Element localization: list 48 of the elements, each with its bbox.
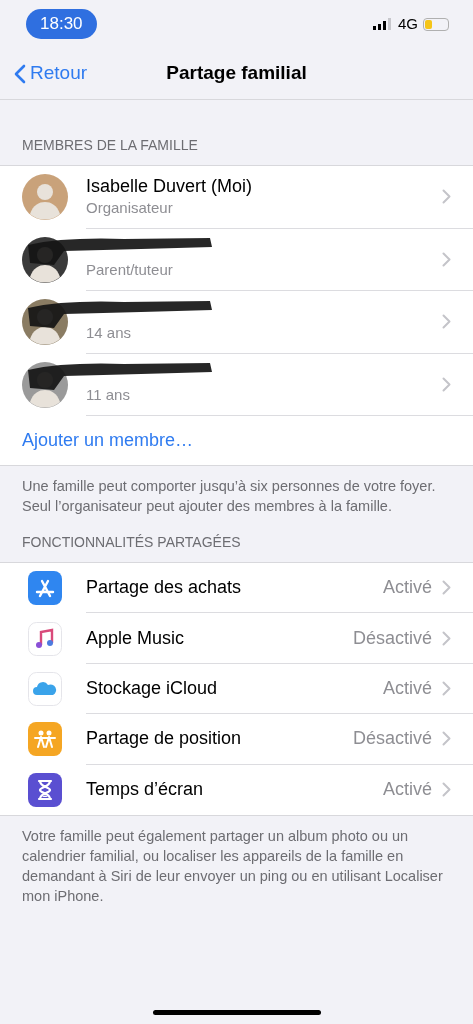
chevron-icon	[442, 314, 451, 330]
chevron-icon	[442, 580, 451, 596]
feature-row[interactable]: Stockage iCloud Activé	[0, 663, 473, 715]
feature-label: Stockage iCloud	[86, 676, 219, 700]
member-role: Parent/tuteur	[86, 260, 174, 280]
chevron-icon	[442, 731, 451, 747]
chevron-icon	[442, 680, 451, 696]
features-footer: Votre famille peut également partager un album photo ou un calendrier familial, ou localiser les appareils de la famille en demandant à Siri de leur envoyer un ping ou en utilisant Localiser mon iPhone.	[0, 815, 473, 906]
people-icon	[28, 722, 62, 757]
app-store-icon	[28, 571, 62, 606]
cloud-icon	[28, 671, 62, 706]
hourglass-icon	[28, 772, 62, 807]
page-title: Partage familial	[166, 61, 307, 86]
feature-row[interactable]: Temps d’écran Activé	[0, 764, 473, 815]
add-member-link[interactable]: Ajouter un membre…	[22, 427, 194, 454]
feature-status: Désactivé	[352, 727, 432, 751]
member-role: 11 ans	[86, 385, 131, 405]
members-footer: Une famille peut comporter jusqu’à six personnes de votre foyer. Seul l’organisateur peut ajouter des membres à la famille.	[0, 466, 473, 516]
chevron-icon	[442, 251, 451, 267]
feature-label: Partage des achats	[86, 576, 243, 600]
feature-label: Partage de position	[86, 727, 243, 751]
feature-status: Désactivé	[352, 626, 432, 650]
section-header: FONCTIONNALITÉS PARTAGÉES	[22, 533, 241, 552]
feature-status: Activé	[382, 576, 432, 600]
avatar-icon	[22, 174, 68, 221]
feature-row[interactable]: Partage des achats Activé	[0, 563, 473, 614]
chevron-icon	[442, 189, 451, 205]
section-header: MEMBRES DE LA FAMILLE	[22, 136, 198, 155]
feature-label: Temps d’écran	[86, 778, 205, 802]
member-role: 14 ans	[86, 322, 133, 343]
signal-icon	[373, 18, 393, 30]
status-time: 18:30	[26, 9, 97, 39]
network-label: 4G	[398, 13, 418, 34]
feature-row[interactable]: Partage de position Désactivé	[0, 714, 473, 765]
feature-status: Activé	[382, 778, 432, 802]
member-row[interactable]: Isabelle Duvert (Moi) Organisateur	[0, 166, 473, 229]
feature-label: Apple Music	[86, 626, 186, 650]
feature-status: Activé	[382, 676, 432, 700]
member-role: Organisateur	[86, 197, 174, 218]
member-name: Isabelle Duvert (Moi)	[86, 174, 254, 197]
music-note-icon	[28, 621, 62, 656]
battery-icon	[423, 17, 449, 31]
chevron-icon	[442, 630, 451, 646]
back-chevron-icon	[14, 63, 26, 84]
back-button[interactable]: Retour	[0, 59, 88, 88]
chevron-icon	[442, 782, 451, 798]
chevron-icon	[442, 376, 451, 392]
feature-row[interactable]: Apple Music Désactivé	[0, 613, 473, 664]
